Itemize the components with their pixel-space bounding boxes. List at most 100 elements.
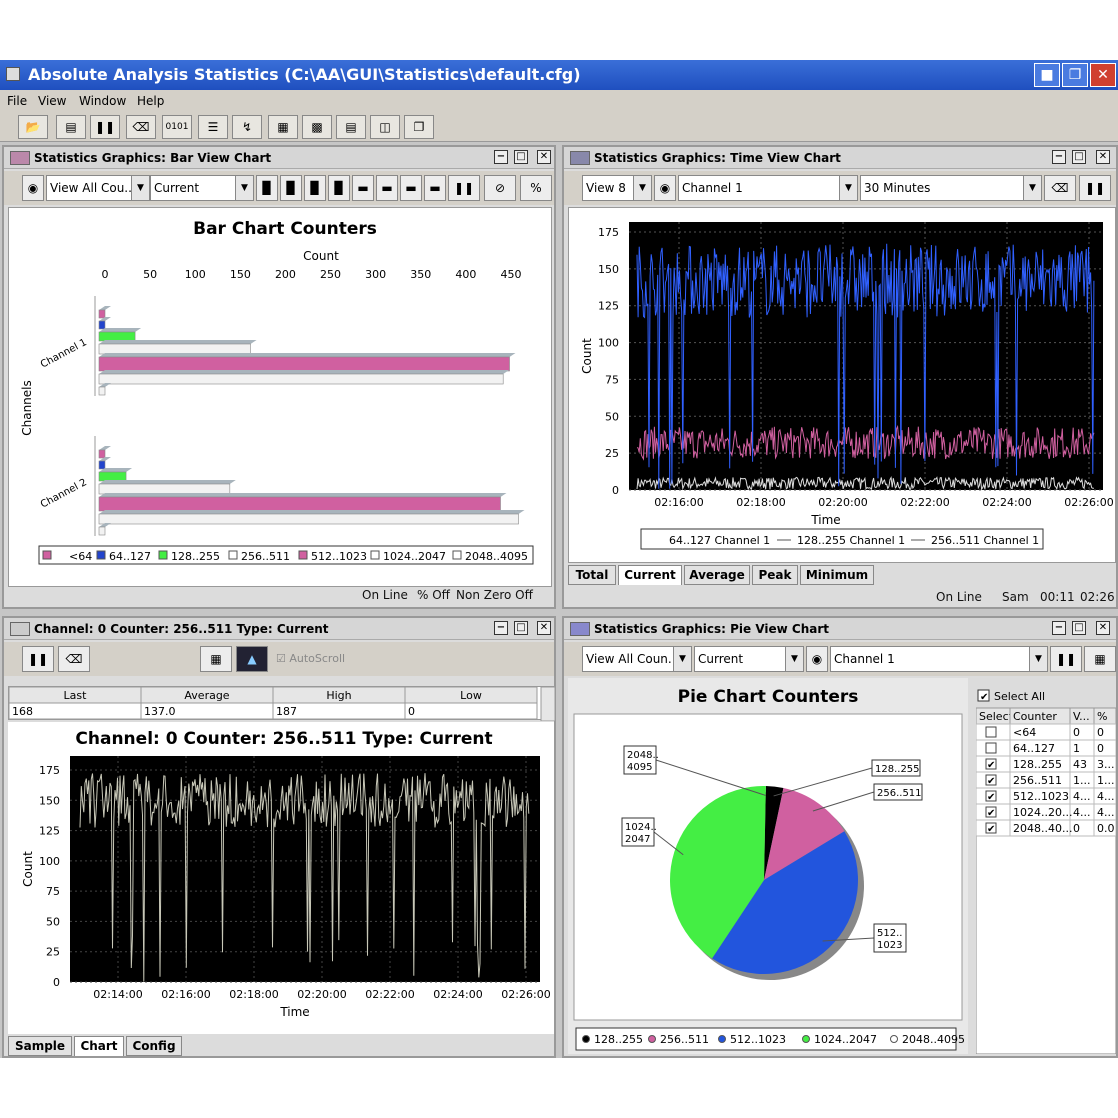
maximize-icon[interactable]: □ xyxy=(514,150,528,164)
binary-icon[interactable]: 0101 xyxy=(162,115,192,139)
eraser-icon[interactable]: ⌫ xyxy=(126,115,156,139)
time-view-select[interactable]: View 8 ▼ xyxy=(582,175,652,201)
legend-label: 128..255 Channel 1 xyxy=(797,534,905,547)
grid-icon[interactable]: ▦ xyxy=(200,646,232,672)
time-range-select[interactable]: 30 Minutes ▼ xyxy=(860,175,1042,201)
counter-value: 0 xyxy=(1073,822,1080,835)
tab-average[interactable]: Average xyxy=(684,565,750,585)
tab-total[interactable]: Total xyxy=(568,565,616,585)
bar-style-2-icon[interactable]: ▉ xyxy=(280,175,302,201)
y-tick-label: 75 xyxy=(46,885,60,898)
chevron-down-icon: ▼ xyxy=(839,176,857,200)
y-axis-label: Count xyxy=(21,851,35,887)
title-bar: Absolute Analysis Statistics (C:\AA\GUI\… xyxy=(0,60,1118,90)
y-tick-label: 175 xyxy=(598,226,619,239)
bar-style-7-icon[interactable]: ▬ xyxy=(400,175,422,201)
grid-icon[interactable]: ▦ xyxy=(1084,646,1116,672)
pause-icon[interactable]: ❚❚ xyxy=(90,115,120,139)
cascade-icon[interactable]: ❐ xyxy=(404,115,434,139)
tab-config[interactable]: Config xyxy=(126,1036,182,1056)
percent-button[interactable]: % xyxy=(520,175,552,201)
checkmark-icon: ✔ xyxy=(987,808,995,819)
chart-title: Bar Chart Counters xyxy=(193,219,377,239)
tab-current[interactable]: Current xyxy=(618,565,682,585)
time-toolbar: View 8 ▼ ◉ Channel 1 ▼ 30 Minutes ▼ ⌫ ❚❚ xyxy=(564,171,1116,205)
close-icon[interactable]: ✕ xyxy=(1090,63,1116,87)
scrollbar xyxy=(540,686,556,722)
x-tick-label: 02:22:00 xyxy=(900,496,949,509)
x-tick-label: 350 xyxy=(410,268,431,281)
table-header: Counter xyxy=(1013,710,1057,723)
menu-view[interactable]: View xyxy=(38,94,66,108)
pie-mode-select[interactable]: Current ▼ xyxy=(694,646,804,672)
close-icon[interactable]: ✕ xyxy=(1096,150,1110,164)
globe-icon[interactable]: ◉ xyxy=(22,175,44,201)
pause-icon[interactable]: ❚❚ xyxy=(1079,175,1111,201)
close-icon[interactable]: ✕ xyxy=(537,150,551,164)
maximize-icon[interactable]: ❐ xyxy=(1062,63,1088,87)
save-icon[interactable]: ▤ xyxy=(56,115,86,139)
time-channel-select[interactable]: Channel 1 ▼ xyxy=(678,175,858,201)
pie-view-select[interactable]: View All Coun... ▼ xyxy=(582,646,692,672)
minimize-icon[interactable]: ■ xyxy=(1034,63,1060,87)
menu-help[interactable]: Help xyxy=(137,94,164,108)
pause-icon[interactable]: ❚❚ xyxy=(448,175,480,201)
bar-style-1-icon[interactable]: ▉ xyxy=(256,175,278,201)
maximize-icon[interactable]: □ xyxy=(1072,621,1086,635)
menu-window[interactable]: Window xyxy=(79,94,126,108)
tile-vertical-icon[interactable]: ◫ xyxy=(370,115,400,139)
close-icon[interactable]: ✕ xyxy=(1096,621,1110,635)
counter-percent: 4... xyxy=(1097,790,1115,803)
close-icon[interactable]: ✕ xyxy=(537,621,551,635)
tab-sample[interactable]: Sample xyxy=(8,1036,72,1056)
stats-grid: Last 168 Average 137.0 High 187 Low 0 xyxy=(8,686,556,722)
bar-view-select[interactable]: View All Cou... ▼ xyxy=(46,175,150,201)
bar-64..127 xyxy=(98,460,106,470)
tab-chart[interactable]: Chart xyxy=(74,1036,124,1056)
callout-label: 1024.. xyxy=(625,822,657,833)
minimize-icon[interactable]: − xyxy=(494,621,508,635)
globe-icon[interactable]: ◉ xyxy=(654,175,676,201)
bar-style-5-icon[interactable]: ▬ xyxy=(352,175,374,201)
tab-minimum[interactable]: Minimum xyxy=(800,565,874,585)
x-axis-label: Time xyxy=(810,513,840,527)
bar-style-8-icon[interactable]: ▬ xyxy=(424,175,446,201)
chevron-down-icon: ▼ xyxy=(673,647,691,671)
counter-toolbar: ❚❚ ⌫ ▦ ▲ ☑ AutoScroll xyxy=(4,642,554,676)
globe-icon[interactable]: ◉ xyxy=(806,646,828,672)
bar-style-4-icon[interactable]: ▉ xyxy=(328,175,350,201)
checkmark-icon: ✔ xyxy=(987,760,995,771)
pie-channel-select[interactable]: Channel 1 ▼ xyxy=(830,646,1048,672)
menu-file[interactable]: File xyxy=(7,94,27,108)
grid-icon[interactable]: ▦ xyxy=(268,115,298,139)
x-axis-label: Count xyxy=(303,249,339,263)
autoscroll-checkbox[interactable]: ☑ AutoScroll xyxy=(276,652,345,665)
tab-peak[interactable]: Peak xyxy=(752,565,798,585)
flash-icon[interactable]: ↯ xyxy=(232,115,262,139)
minimize-icon[interactable]: − xyxy=(494,150,508,164)
list-icon[interactable]: ☰ xyxy=(198,115,228,139)
x-tick-label: 02:20:00 xyxy=(818,496,867,509)
bar-style-3-icon[interactable]: ▉ xyxy=(304,175,326,201)
table-header: High xyxy=(326,689,351,702)
maximize-icon[interactable]: □ xyxy=(1072,150,1086,164)
minimize-icon[interactable]: − xyxy=(1052,621,1066,635)
counter-value: 1 xyxy=(1073,742,1080,755)
tile-horizontal-icon[interactable]: ▤ xyxy=(336,115,366,139)
pause-icon[interactable]: ❚❚ xyxy=(1050,646,1082,672)
x-tick-label: 02:18:00 xyxy=(736,496,785,509)
pause-icon[interactable]: ❚❚ xyxy=(22,646,54,672)
y-tick-label: 100 xyxy=(598,337,619,350)
bar-mode-select[interactable]: Current ▼ xyxy=(150,175,254,201)
eraser-icon[interactable]: ⌫ xyxy=(1044,175,1076,201)
grid-off-icon[interactable]: ▩ xyxy=(302,115,332,139)
bar-style-6-icon[interactable]: ▬ xyxy=(376,175,398,201)
eraser-icon[interactable]: ⌫ xyxy=(58,646,90,672)
table-cell xyxy=(404,702,538,720)
minimize-icon[interactable]: − xyxy=(1052,150,1066,164)
maximize-icon[interactable]: □ xyxy=(514,621,528,635)
bar-chart-icon xyxy=(10,151,30,165)
chart-icon[interactable]: ▲ xyxy=(236,646,268,672)
reset-icon[interactable]: ⊘ xyxy=(484,175,516,201)
open-folder-icon[interactable]: 📂 xyxy=(18,115,48,139)
